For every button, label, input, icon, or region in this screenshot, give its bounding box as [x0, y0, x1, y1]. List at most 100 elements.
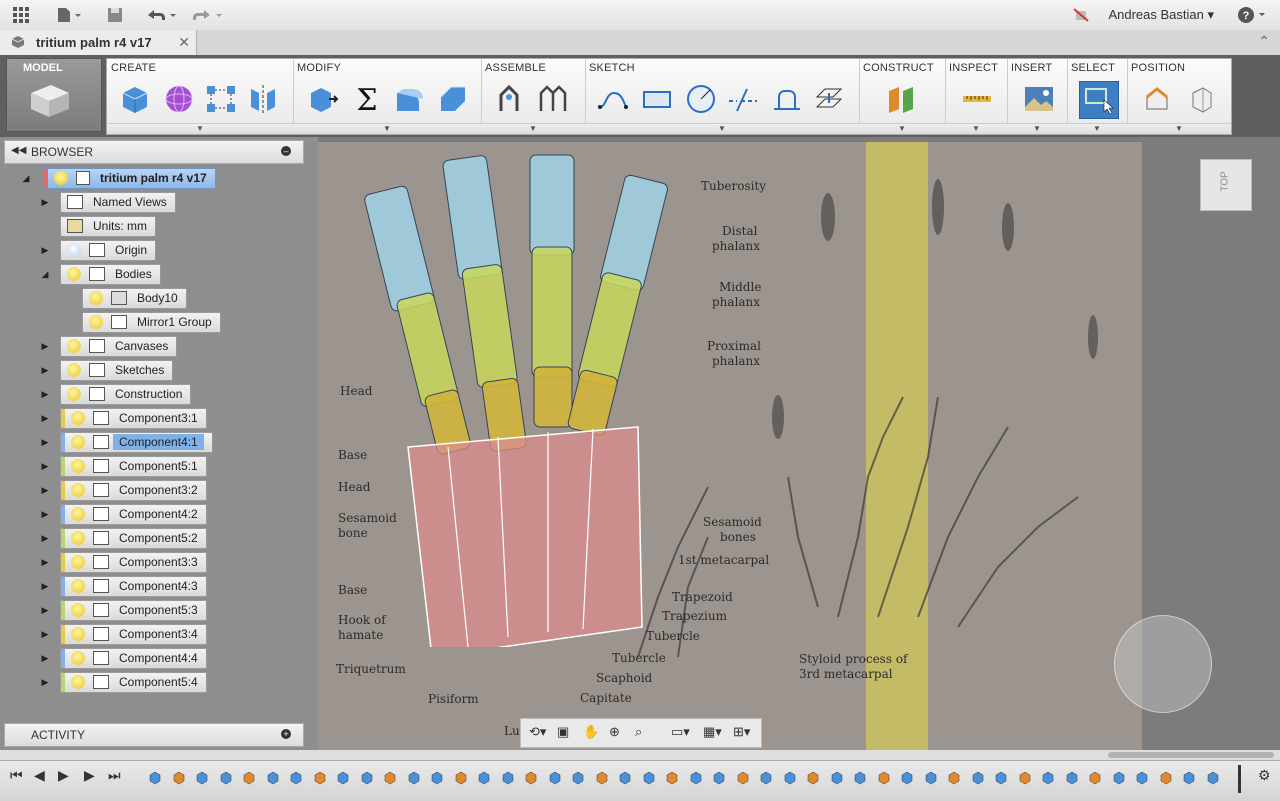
- grid-settings-icon[interactable]: ▦▾: [703, 724, 722, 740]
- timeline-feature-icon[interactable]: [289, 771, 303, 785]
- timeline-feature-icon[interactable]: [712, 771, 726, 785]
- box-icon[interactable]: [119, 83, 151, 115]
- collapse-panel-icon[interactable]: ◀◀: [11, 145, 26, 156]
- save-icon[interactable]: [104, 5, 126, 25]
- expand-icon[interactable]: ▶: [40, 365, 50, 376]
- horizontal-scrollbar[interactable]: [0, 750, 1280, 760]
- timeline-feature-icon[interactable]: [806, 771, 820, 785]
- node-bodies[interactable]: Bodies: [60, 263, 161, 285]
- redo-icon[interactable]: [190, 5, 224, 25]
- look-at-icon[interactable]: ▣: [557, 724, 569, 740]
- inspect-dropdown[interactable]: ▼: [945, 123, 1007, 134]
- timeline-feature-icon[interactable]: [571, 771, 585, 785]
- expand-icon[interactable]: ▶: [40, 413, 50, 424]
- lightbulb-icon[interactable]: [67, 363, 81, 377]
- timeline-feature-icon[interactable]: [994, 771, 1008, 785]
- lightbulb-icon[interactable]: [71, 483, 85, 497]
- expand-icon[interactable]: ⌃: [1258, 33, 1270, 50]
- timeline-feature-icon[interactable]: [665, 771, 679, 785]
- expand-root-icon[interactable]: ◢: [21, 173, 31, 184]
- expand-icon[interactable]: ▶: [40, 437, 50, 448]
- lightbulb-icon[interactable]: [71, 675, 85, 689]
- node-component5-1[interactable]: Component5:1: [60, 455, 207, 477]
- plane-icon[interactable]: [885, 83, 917, 115]
- finger-assembly-model[interactable]: [348, 147, 698, 647]
- expand-icon[interactable]: ▶: [40, 557, 50, 568]
- fillet-icon[interactable]: [393, 83, 425, 115]
- timeline-feature-icon[interactable]: [383, 771, 397, 785]
- lightbulb-icon[interactable]: [67, 387, 81, 401]
- timeline-feature-icon[interactable]: [830, 771, 844, 785]
- timeline-feature-icon[interactable]: [1182, 771, 1196, 785]
- window-select-button[interactable]: [1079, 81, 1119, 119]
- expand-icon[interactable]: ▶: [40, 389, 50, 400]
- display-settings-icon[interactable]: ▭▾: [671, 724, 690, 740]
- lightbulb-off-icon[interactable]: [67, 243, 81, 257]
- as-built-joint-icon[interactable]: [537, 83, 569, 115]
- scrollbar-thumb[interactable]: [1108, 752, 1274, 758]
- expand-icon[interactable]: ▶: [40, 461, 50, 472]
- node-component5-3[interactable]: Component5:3: [60, 599, 207, 621]
- orbit-icon[interactable]: ⟲▾: [529, 724, 546, 740]
- timeline-feature-icon[interactable]: [524, 771, 538, 785]
- node-component4-1[interactable]: Component4:1: [60, 431, 213, 453]
- pan-icon[interactable]: ✋: [583, 724, 599, 740]
- timeline-feature-icon[interactable]: [783, 771, 797, 785]
- expand-icon[interactable]: ▶: [40, 245, 50, 256]
- node-body10[interactable]: Body10: [82, 287, 187, 309]
- rectangle-icon[interactable]: [641, 83, 673, 115]
- node-sketches[interactable]: Sketches: [60, 359, 174, 381]
- expand-icon[interactable]: ▶: [40, 581, 50, 592]
- lightbulb-icon[interactable]: [71, 579, 85, 593]
- lightbulb-icon[interactable]: [54, 171, 68, 185]
- lightbulb-icon[interactable]: [71, 603, 85, 617]
- timeline-feature-icon[interactable]: [595, 771, 609, 785]
- viewcube[interactable]: TOP: [1200, 159, 1252, 211]
- timeline-feature-icon[interactable]: [313, 771, 327, 785]
- timeline-feature-icon[interactable]: [1159, 771, 1173, 785]
- viewport-canvas[interactable]: Tuberosity Distal phalanx Middle phalanx…: [318, 137, 1280, 750]
- expand-icon[interactable]: ▶: [40, 197, 50, 208]
- timeline-feature-icon[interactable]: [759, 771, 773, 785]
- chamfer-icon[interactable]: [437, 83, 469, 115]
- timeline-feature-icon[interactable]: [1112, 771, 1126, 785]
- timeline-feature-icon[interactable]: [618, 771, 632, 785]
- lightbulb-icon[interactable]: [71, 555, 85, 569]
- node-origin[interactable]: Origin: [60, 239, 157, 261]
- step-back-icon[interactable]: ◀: [34, 767, 45, 784]
- joint-icon[interactable]: [493, 83, 525, 115]
- play-icon[interactable]: ▶: [84, 767, 95, 784]
- expand-icon[interactable]: ▶: [40, 341, 50, 352]
- timeline-feature-icon[interactable]: [642, 771, 656, 785]
- activity-panel-header[interactable]: ACTIVITY +: [4, 723, 304, 747]
- expand-icon[interactable]: ▶: [40, 485, 50, 496]
- insert-image-icon[interactable]: [1023, 83, 1055, 115]
- timeline-feature-icon[interactable]: [1135, 771, 1149, 785]
- trim-icon[interactable]: [727, 83, 759, 115]
- create-dropdown[interactable]: ▼: [107, 123, 293, 134]
- timeline-feature-icon[interactable]: [266, 771, 280, 785]
- timeline-marker[interactable]: [1238, 765, 1241, 793]
- undo-icon[interactable]: [144, 5, 178, 25]
- project-icon[interactable]: [813, 83, 845, 115]
- node-component4-4[interactable]: Component4:4: [60, 647, 207, 669]
- timeline-feature-icon[interactable]: [242, 771, 256, 785]
- expand-icon[interactable]: ▶: [40, 605, 50, 616]
- viewports-icon[interactable]: ⊞▾: [733, 724, 750, 740]
- timeline-feature-icon[interactable]: [1065, 771, 1079, 785]
- expand-activity-icon[interactable]: +: [281, 729, 291, 739]
- select-dropdown[interactable]: ▼: [1067, 123, 1127, 134]
- browser-root-node[interactable]: tritium palm r4 v17: [43, 167, 216, 189]
- node-component3-3[interactable]: Component3:3: [60, 551, 207, 573]
- timeline-feature-icon[interactable]: [689, 771, 703, 785]
- node-construction[interactable]: Construction: [60, 383, 192, 405]
- sketch-dropdown[interactable]: ▼: [585, 123, 859, 134]
- mirror-icon[interactable]: [247, 83, 279, 115]
- lightbulb-icon[interactable]: [67, 339, 81, 353]
- offline-icon[interactable]: [1070, 5, 1092, 25]
- sum-icon[interactable]: Σ: [351, 83, 383, 115]
- timeline-feature-icon[interactable]: [853, 771, 867, 785]
- lightbulb-icon[interactable]: [89, 315, 103, 329]
- node-units[interactable]: Units: mm: [60, 215, 156, 237]
- assemble-dropdown[interactable]: ▼: [481, 123, 585, 134]
